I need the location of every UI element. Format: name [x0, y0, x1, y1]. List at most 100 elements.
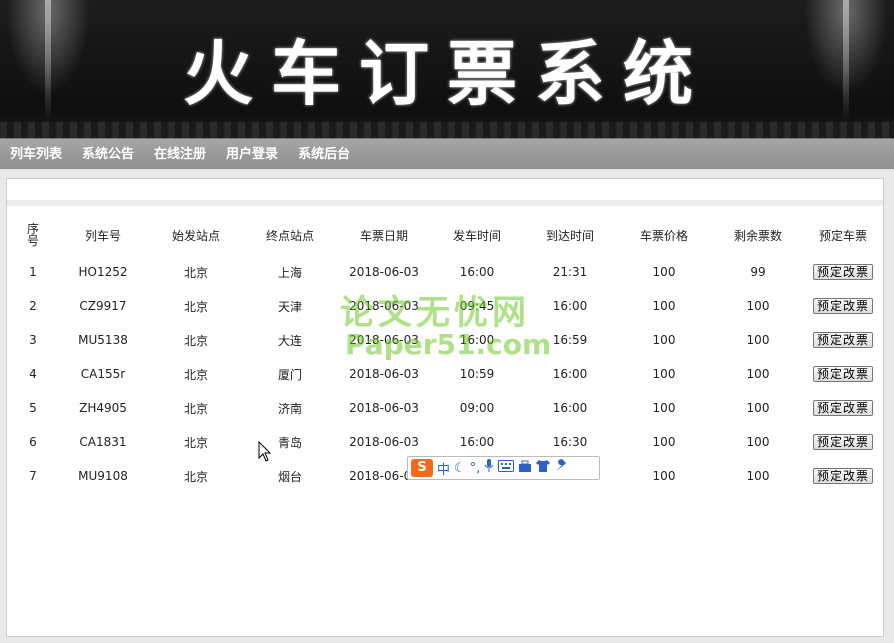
cell-from: 北京: [183, 435, 208, 450]
wrench-icon[interactable]: [554, 459, 568, 477]
header-to: 终点站点: [265, 228, 314, 243]
cell-from: 北京: [183, 401, 208, 416]
cell-to: 烟台: [277, 469, 302, 484]
table-row: 5 ZH4905 北京 济南 2018-06-03 09:00 16:00 10…: [9, 391, 881, 425]
book-button[interactable]: 预定改票: [812, 332, 873, 348]
header-banner: 火车订票系统: [0, 0, 894, 139]
cell-date: 2018-06-03: [349, 435, 419, 449]
cell-train-no: MU5138: [78, 333, 128, 347]
watermark-en: Paper51.com: [345, 328, 552, 361]
cell-from: 北京: [183, 367, 208, 382]
punctuation-icon[interactable]: °,: [470, 461, 481, 476]
cell-date: 2018-06-03: [349, 367, 419, 381]
book-button[interactable]: 预定改票: [812, 434, 873, 450]
cell-train-no: MU9108: [78, 469, 128, 483]
cell-remaining: 100: [746, 367, 770, 381]
cell-price: 100: [652, 367, 676, 381]
main-nav: 列车列表 系统公告 在线注册 用户登录 系统后台: [0, 138, 894, 169]
keyboard-icon[interactable]: [498, 460, 515, 476]
cell-train-no: HO1252: [78, 265, 128, 279]
cell-train-no: CA1831: [79, 435, 127, 449]
header-remaining: 剩余票数: [733, 228, 782, 243]
cell-action: 预定改票: [805, 255, 881, 289]
content-panel: 序号 列车号 始发站点 终点站点 车票日期 发车时间 到达时间 车票价格 剩余票…: [6, 178, 884, 637]
cell-to: 天津: [277, 299, 302, 314]
book-button[interactable]: 预定改票: [812, 264, 873, 280]
cell-arrive: 16:00: [552, 299, 588, 313]
cell-depart: 10:59: [459, 367, 495, 381]
nav-register[interactable]: 在线注册: [144, 139, 216, 169]
table-row: 1 HO1252 北京 上海 2018-06-03 16:00 21:31 10…: [9, 255, 881, 289]
nav-admin[interactable]: 系统后台: [288, 139, 360, 169]
table-row: 6 CA1831 北京 青岛 2018-06-03 16:00 16:30 10…: [9, 425, 881, 459]
cell-remaining: 100: [746, 469, 770, 483]
shirt-icon[interactable]: [536, 459, 551, 477]
mouse-cursor-icon: [258, 441, 272, 462]
cell-arrive: 16:00: [552, 367, 588, 381]
book-button[interactable]: 预定改票: [812, 298, 873, 314]
cell-remaining: 100: [746, 435, 770, 449]
cell-remaining: 100: [746, 333, 770, 347]
header-depart: 发车时间: [452, 228, 501, 243]
header-train-no: 列车号: [84, 228, 121, 243]
cell-index: 6: [29, 435, 37, 449]
cell-date: 2018-06-03: [349, 401, 419, 415]
cell-index: 5: [29, 401, 37, 415]
ime-mode[interactable]: 中: [437, 459, 450, 478]
cell-arrive: 16:00: [552, 401, 588, 415]
cell-remaining: 99: [750, 265, 766, 279]
book-button[interactable]: 预定改票: [812, 468, 873, 484]
cell-to: 上海: [277, 265, 302, 280]
cell-action: 预定改票: [805, 459, 881, 493]
cell-depart: 16:00: [459, 265, 495, 279]
cell-action: 预定改票: [805, 323, 881, 357]
cell-train-no: CA155r: [80, 367, 126, 381]
nav-login[interactable]: 用户登录: [216, 139, 288, 169]
cell-index: 3: [29, 333, 37, 347]
cell-action: 预定改票: [805, 425, 881, 459]
cell-depart: 09:00: [459, 401, 495, 415]
cell-from: 北京: [183, 469, 208, 484]
cell-price: 100: [652, 299, 676, 313]
microphone-icon[interactable]: [484, 459, 494, 477]
cell-remaining: 100: [746, 299, 770, 313]
site-title: 火车订票系统: [183, 32, 711, 115]
banner-strip: [0, 122, 894, 138]
table-header-row: 序号 列车号 始发站点 终点站点 车票日期 发车时间 到达时间 车票价格 剩余票…: [9, 215, 881, 255]
header-price: 车票价格: [639, 228, 688, 243]
book-button[interactable]: 预定改票: [812, 366, 873, 382]
sogou-logo-icon[interactable]: S: [411, 459, 433, 477]
cell-price: 100: [652, 435, 676, 449]
cell-remaining: 100: [746, 401, 770, 415]
divider-band: [7, 200, 883, 206]
cell-train-no: ZH4905: [79, 401, 127, 415]
cell-price: 100: [652, 401, 676, 415]
cell-to: 厦门: [277, 367, 302, 382]
header-from: 始发站点: [171, 228, 220, 243]
book-button[interactable]: 预定改票: [812, 400, 873, 416]
cell-price: 100: [652, 469, 676, 483]
toolbox-icon[interactable]: [518, 459, 532, 477]
nav-train-list[interactable]: 列车列表: [0, 139, 72, 169]
cell-action: 预定改票: [805, 357, 881, 391]
cell-price: 100: [652, 333, 676, 347]
cell-date: 2018-06-03: [349, 265, 419, 279]
header-index: 序号: [27, 221, 40, 248]
cell-to: 济南: [277, 401, 302, 416]
moon-icon[interactable]: ☾: [454, 461, 466, 476]
header-action: 预定车票: [818, 228, 867, 243]
watermark-cn: 论文无忧网: [340, 293, 530, 333]
cell-from: 北京: [183, 333, 208, 348]
cell-price: 100: [652, 265, 676, 279]
cell-from: 北京: [183, 265, 208, 280]
cell-depart: 16:00: [459, 435, 495, 449]
header-date: 车票日期: [359, 228, 408, 243]
nav-announcements[interactable]: 系统公告: [72, 139, 144, 169]
cell-index: 1: [29, 265, 37, 279]
cell-arrive: 21:31: [552, 265, 588, 279]
cell-action: 预定改票: [805, 289, 881, 323]
header-arrive: 到达时间: [545, 228, 594, 243]
cell-action: 预定改票: [805, 391, 881, 425]
cell-to: 大连: [277, 333, 302, 348]
ime-toolbar[interactable]: S 中 ☾ °,: [407, 456, 600, 480]
